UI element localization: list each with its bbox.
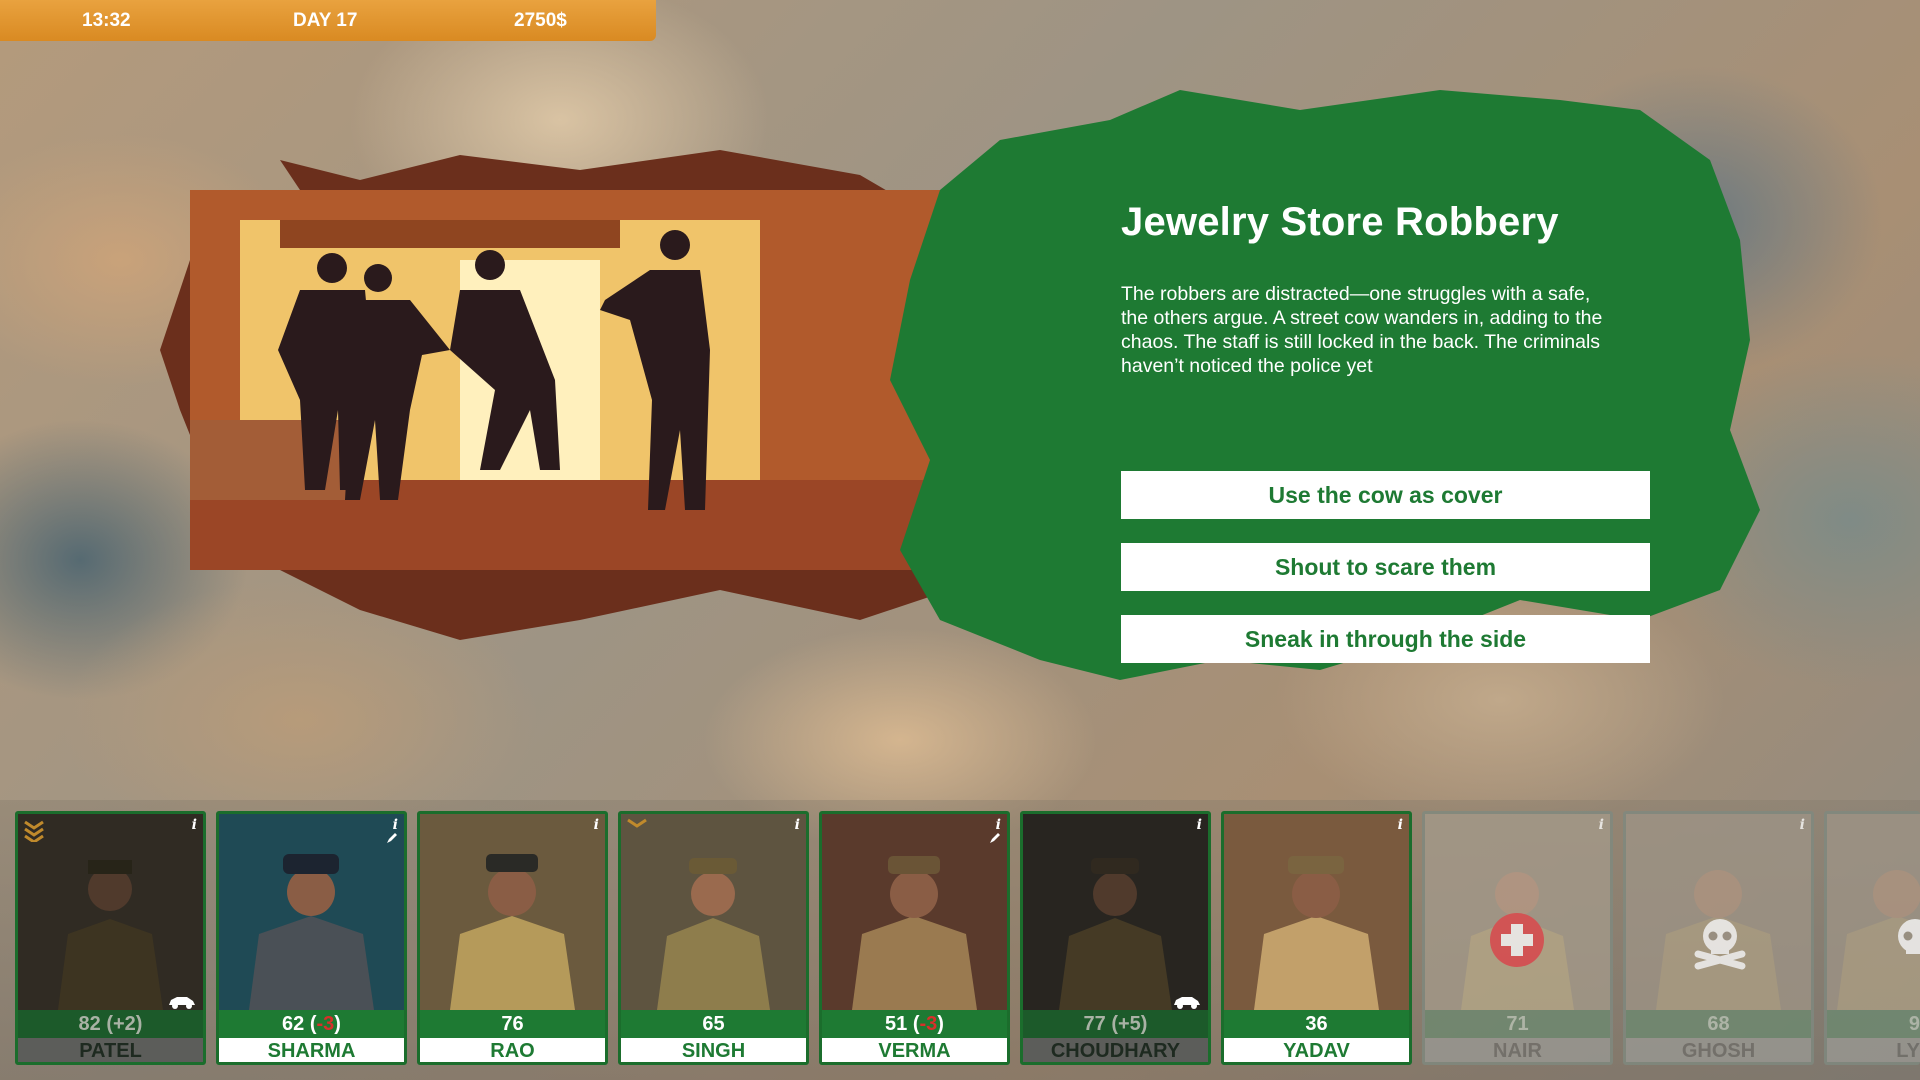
officer-name: PATEL	[18, 1038, 203, 1062]
inactive-overlay	[18, 814, 203, 1010]
info-icon[interactable]: i	[795, 817, 800, 833]
officer-portrait	[822, 814, 1007, 1010]
info-icon[interactable]: i	[1800, 817, 1805, 833]
pencil-icon	[387, 833, 397, 843]
info-icon[interactable]: i	[1398, 817, 1403, 833]
medical-cross-icon	[1490, 913, 1544, 967]
officer-stat: 36	[1224, 1010, 1409, 1038]
top-status-bar: 13:32 DAY 17 2750$	[0, 0, 656, 41]
choice-button-sneak[interactable]: Sneak in through the side	[1121, 615, 1650, 663]
officer-card-verma[interactable]: i 51 (-3) VERMA	[819, 811, 1010, 1065]
officer-card-ghosh[interactable]: i 68 GHOSH	[1623, 811, 1814, 1065]
officer-name: NAIR	[1425, 1038, 1610, 1062]
choice-button-cow-cover[interactable]: Use the cow as cover	[1121, 471, 1650, 519]
officer-name: CHOUDHARY	[1023, 1038, 1208, 1062]
officer-name: LY	[1827, 1038, 1920, 1062]
info-icon[interactable]: i	[393, 817, 398, 833]
info-icon[interactable]: i	[1197, 817, 1202, 833]
event-title: Jewelry Store Robbery	[1121, 200, 1559, 244]
officer-portrait	[621, 814, 806, 1010]
officer-name: SHARMA	[219, 1038, 404, 1062]
officer-portrait	[420, 814, 605, 1010]
car-icon	[1174, 997, 1200, 1009]
rank-chevron-icon	[627, 818, 647, 828]
event-panel-background	[890, 90, 1760, 680]
officer-card-choudhary[interactable]: i 77 (+5) CHOUDHARY	[1020, 811, 1211, 1065]
officer-stat: 77 (+5)	[1023, 1010, 1208, 1038]
officer-portrait	[219, 814, 404, 1010]
store-sign	[280, 220, 620, 248]
officer-stat: 71	[1425, 1010, 1610, 1038]
car-icon	[169, 997, 195, 1009]
money-counter: 2750$	[514, 10, 567, 31]
officer-card-ly[interactable]: 9 LY	[1824, 811, 1920, 1065]
game-clock: 13:32	[82, 10, 131, 31]
event-description: The robbers are distracted—one struggles…	[1121, 283, 1603, 377]
inactive-overlay	[1023, 814, 1208, 1010]
officer-stat: 62 (-3)	[219, 1010, 404, 1038]
officer-card-sharma[interactable]: i 62 (-3) SHARMA	[216, 811, 407, 1065]
info-icon[interactable]: i	[594, 817, 599, 833]
officer-card-patel[interactable]: i 82 (+2) PATEL	[15, 811, 206, 1065]
officer-name: YADAV	[1224, 1038, 1409, 1062]
skull-crossbones-icon	[1694, 919, 1746, 970]
officer-name: RAO	[420, 1038, 605, 1062]
officer-card-singh[interactable]: i 65 SINGH	[618, 811, 809, 1065]
officer-name: SINGH	[621, 1038, 806, 1062]
store-counter	[190, 420, 360, 500]
choice-button-shout[interactable]: Shout to scare them	[1121, 543, 1650, 591]
day-counter: DAY 17	[293, 10, 358, 31]
info-icon[interactable]: i	[192, 817, 197, 833]
officer-card-yadav[interactable]: i 36 YADAV	[1221, 811, 1412, 1065]
officer-name: GHOSH	[1626, 1038, 1811, 1062]
officer-stat: 76	[420, 1010, 605, 1038]
officer-stat: 9	[1827, 1010, 1920, 1038]
officer-stat: 51 (-3)	[822, 1010, 1007, 1038]
officer-card-nair[interactable]: i 71 NAIR	[1422, 811, 1613, 1065]
officer-stat: 68	[1626, 1010, 1811, 1038]
officer-card-rao[interactable]: i 76 RAO	[417, 811, 608, 1065]
rank-chevron-icon	[24, 820, 44, 842]
officer-stat: 82 (+2)	[18, 1010, 203, 1038]
pencil-icon	[990, 833, 1000, 843]
info-icon[interactable]: i	[996, 817, 1001, 833]
info-icon[interactable]: i	[1599, 817, 1604, 833]
officer-portrait	[1224, 814, 1409, 1010]
officer-stat: 65	[621, 1010, 806, 1038]
officer-name: VERMA	[822, 1038, 1007, 1062]
skull-crossbones-icon	[1898, 919, 1920, 954]
